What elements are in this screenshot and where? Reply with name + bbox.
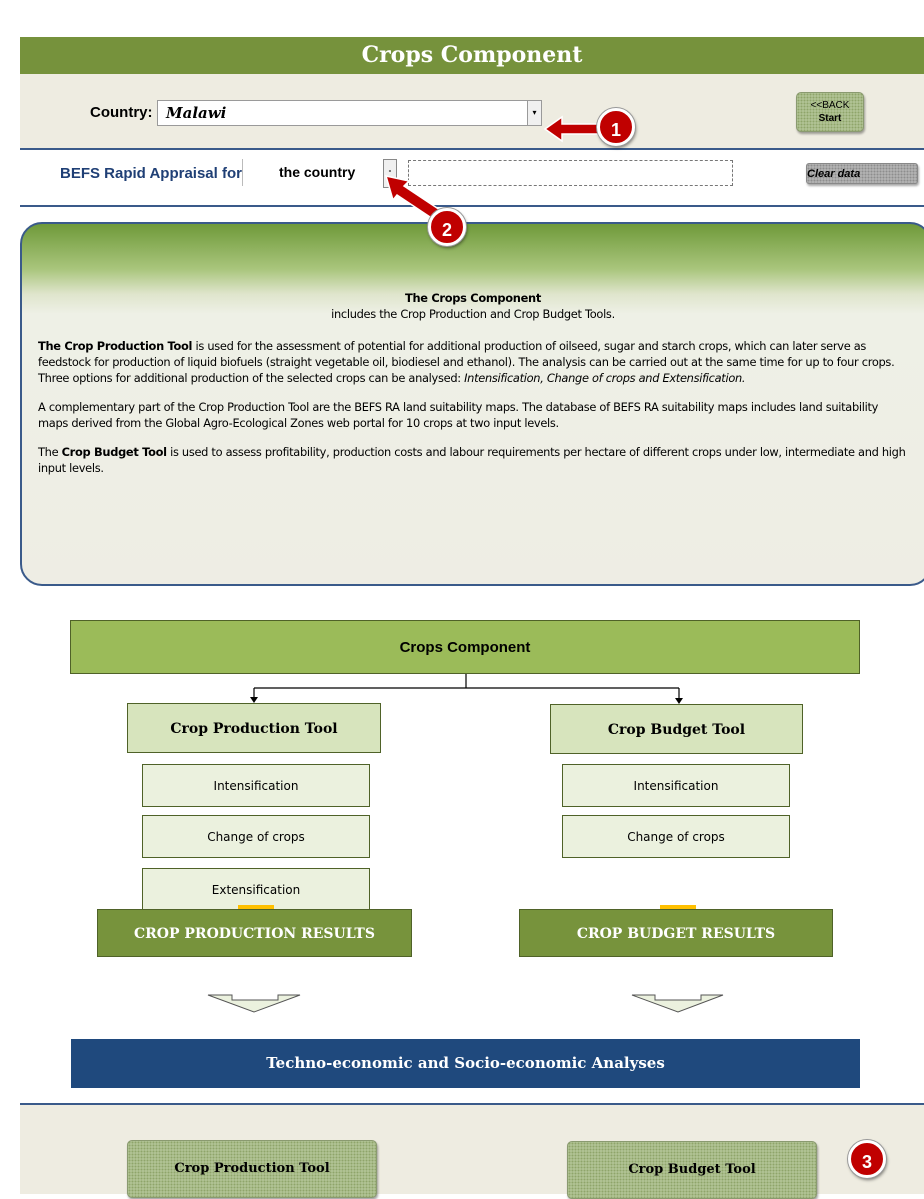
production-option-intensification: Intensification	[142, 764, 370, 807]
callout-badge-3: 3	[848, 1140, 886, 1178]
callout-badge-1: 1	[597, 108, 635, 146]
diagram-crop-budget-tool: Crop Budget Tool	[550, 704, 803, 754]
diagram-crops-component: Crops Component	[70, 620, 860, 674]
budget-option-change-of-crops: Change of crops	[562, 815, 790, 858]
diagram-crop-production-tool: Crop Production Tool	[127, 703, 381, 753]
budget-option-intensification: Intensification	[562, 764, 790, 807]
crop-budget-results: CROP BUDGET RESULTS	[519, 909, 833, 957]
diagram-connectors	[207, 115, 852, 1172]
production-option-change-of-crops: Change of crops	[142, 815, 370, 858]
analyses-box: Techno-economic and Socio-economic Analy…	[71, 1039, 860, 1088]
callout-badge-2: 2	[428, 208, 466, 246]
crop-budget-tool-button[interactable]: Crop Budget Tool	[567, 1141, 817, 1199]
crop-production-tool-button[interactable]: Crop Production Tool	[127, 1140, 377, 1198]
crop-production-results: CROP PRODUCTION RESULTS	[97, 909, 412, 957]
